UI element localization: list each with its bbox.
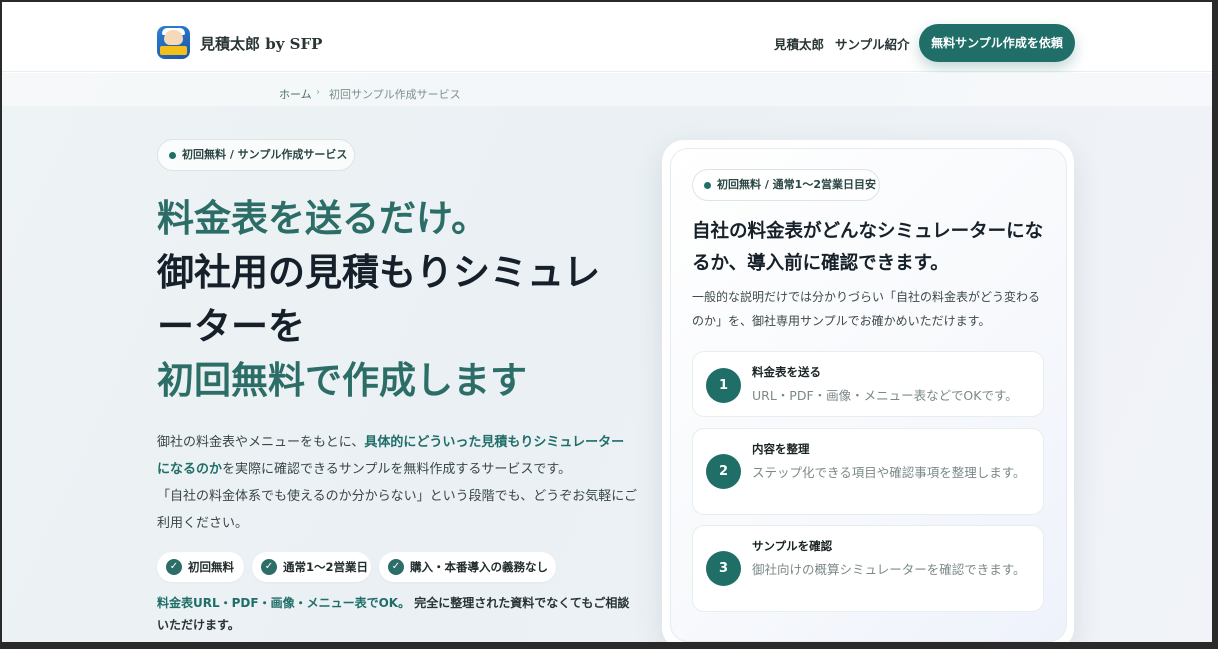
hero-note: 料金表URL・PDF・画像・メニュー表でOK。 完全に整理された資料でなくてもご…	[157, 592, 637, 636]
feature-badge-no-obligation: ✓ 購入・本番導入の義務なし	[379, 552, 556, 582]
step-text: URL・PDF・画像・メニュー表などでOKです。	[752, 388, 1018, 403]
badge-label: 通常1〜2営業日	[283, 560, 369, 574]
browser-frame: 見積太郎 by SFP 見積太郎 サンプル紹介 無料サンプル作成を依頼 ホーム …	[0, 0, 1218, 649]
lead-text-p2: 「自社の料金体系でも使えるのか分からない」という段階でも、どうぞお気軽にご利用く…	[157, 489, 637, 531]
brand-name[interactable]: 見積太郎 by SFP	[200, 33, 322, 54]
breadcrumb-home-link[interactable]: ホーム	[279, 86, 312, 102]
note-highlight: 料金表URL・PDF・画像・メニュー表でOK。	[157, 596, 411, 610]
feature-badge-turnaround: ✓ 通常1〜2営業日	[252, 552, 371, 582]
card-description: 一般的な説明だけでは分かりづらい「自社の料金表がどう変わるのか」を、御社専用サン…	[692, 290, 1041, 328]
request-free-sample-button[interactable]: 無料サンプル作成を依頼	[919, 24, 1075, 62]
step-item: 3 サンプルを確認 御社向けの概算シミュレーターを確認できます。	[692, 525, 1044, 612]
step-item: 1 料金表を送る URL・PDF・画像・メニュー表などでOKです。	[692, 351, 1044, 417]
breadcrumb: ホーム › 初回サンプル作成サービス	[2, 73, 1212, 106]
lead-text-a: 御社の料金表やメニューをもとに、	[157, 435, 365, 450]
step-item: 2 内容を整理 ステップ化できる項目や確認事項を整理します。	[692, 428, 1044, 515]
logo-face-shape	[164, 30, 183, 45]
card-tag-label: 初回無料 / 通常1〜2営業日目安	[717, 178, 876, 191]
title-line-1: 料金表を送るだけ。	[157, 196, 489, 240]
step-title: 内容を整理	[752, 442, 810, 456]
hero-tag-label: 初回無料 / サンプル作成サービス	[182, 148, 348, 161]
step-text: 御社向けの概算シミュレーターを確認できます。	[752, 562, 1026, 577]
card-title: 自社の料金表がどんなシミュレーターになるか、導入前に確認できます。	[692, 221, 1044, 274]
bullet-dot-icon	[704, 182, 711, 189]
nav-link-mitsumoritaro[interactable]: 見積太郎	[774, 34, 824, 53]
logo-band-shape	[160, 46, 187, 55]
site-header: 見積太郎 by SFP 見積太郎 サンプル紹介 無料サンプル作成を依頼	[2, 2, 1212, 72]
step-text: ステップ化できる項目や確認事項を整理します。	[752, 465, 1026, 480]
title-line-2: 御社用の見積もりシミュレ	[157, 250, 601, 294]
step-number: 2	[706, 454, 741, 489]
page-title: 料金表を送るだけ。 御社用の見積もりシミュレ ーターを 初回無料で作成します	[157, 191, 637, 407]
badge-label: 初回無料	[188, 560, 234, 574]
title-line-3: ーターを	[157, 304, 305, 348]
check-circle-icon: ✓	[166, 559, 182, 575]
nav-link-sample-intro[interactable]: サンプル紹介	[835, 34, 910, 53]
title-line-4: 初回無料で作成します	[157, 358, 527, 402]
breadcrumb-separator: ›	[316, 87, 320, 98]
breadcrumb-current: 初回サンプル作成サービス	[329, 88, 461, 101]
card-tag-pill: 初回無料 / 通常1〜2営業日目安	[692, 169, 880, 201]
feature-badge-free: ✓ 初回無料	[157, 552, 244, 582]
step-number: 3	[706, 551, 741, 586]
step-title: 料金表を送る	[752, 365, 821, 379]
lead-text-b: を実際に確認できるサンプルを無料作成するサービスです。	[222, 462, 572, 477]
bullet-dot-icon	[169, 152, 176, 159]
step-number: 1	[706, 368, 741, 403]
app-logo-icon[interactable]	[157, 26, 190, 59]
hero-tag-pill: 初回無料 / サンプル作成サービス	[157, 139, 355, 171]
badge-label: 購入・本番導入の義務なし	[410, 560, 548, 574]
hero-lead-text: 御社の料金表やメニューをもとに、具体的にどういった見積もりシミュレーターになるの…	[157, 429, 637, 537]
hero-section: ホーム › 初回サンプル作成サービス 初回無料 / サンプル作成サービス 料金表…	[2, 73, 1212, 642]
step-title: サンプルを確認	[752, 539, 833, 553]
check-circle-icon: ✓	[261, 559, 277, 575]
check-circle-icon: ✓	[388, 559, 404, 575]
